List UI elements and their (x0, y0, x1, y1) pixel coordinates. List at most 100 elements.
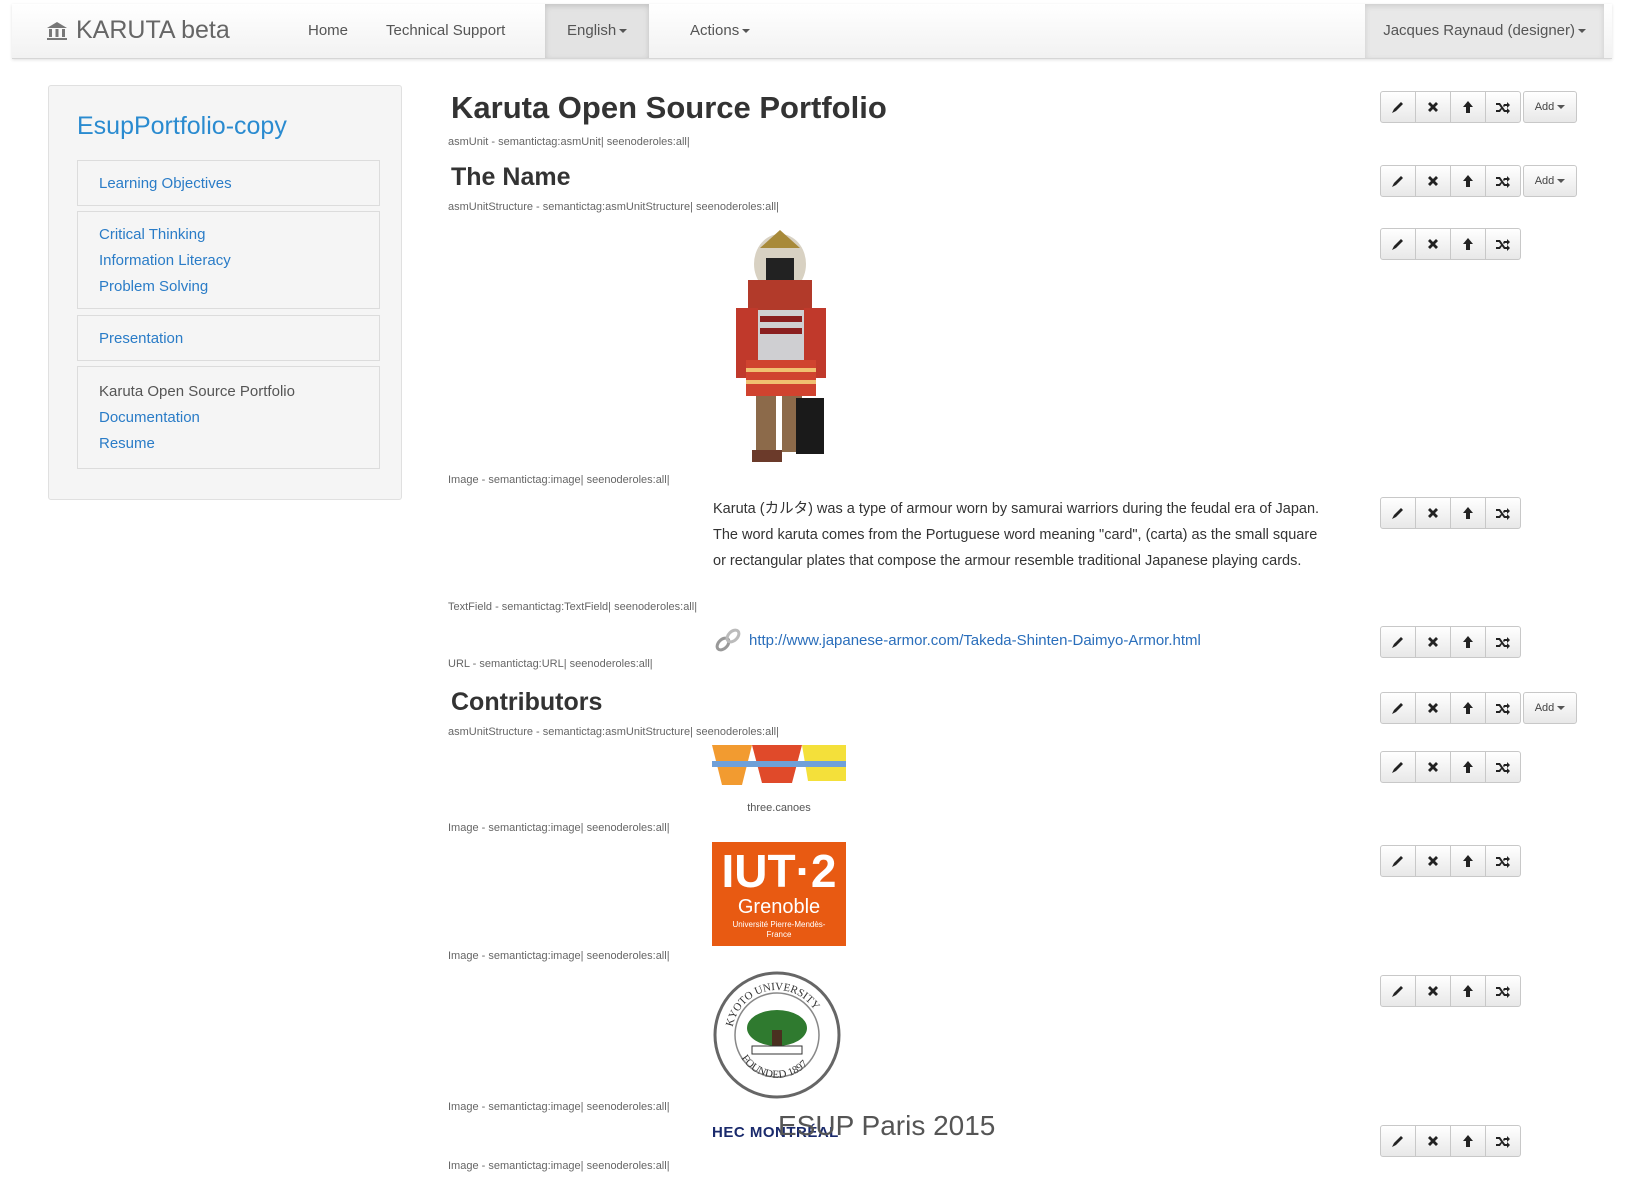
caret-down-icon (1557, 179, 1566, 183)
portfolio-url-link[interactable]: http://www.japanese-armor.com/Takeda-Shi… (749, 632, 1201, 649)
move-button[interactable] (1485, 165, 1521, 197)
brand[interactable]: KARUTA beta (46, 16, 230, 45)
move-button[interactable] (1485, 497, 1521, 529)
shuffle-icon (1495, 505, 1511, 521)
edit-button[interactable] (1380, 975, 1416, 1007)
edit-button[interactable] (1380, 91, 1416, 123)
move-up-button[interactable] (1450, 975, 1486, 1007)
add-dropdown-button[interactable]: Add (1523, 165, 1577, 197)
sidebar-item-resume[interactable]: Resume (78, 431, 379, 457)
caret-down-icon (1557, 706, 1566, 710)
add-dropdown-button[interactable]: Add (1523, 692, 1577, 724)
move-up-button[interactable] (1450, 751, 1486, 783)
sidebar-item-karuta-open-source-portfolio[interactable]: Karuta Open Source Portfolio (78, 379, 379, 405)
image-meta: Image - semantictag:image| seenoderoles:… (448, 822, 670, 834)
edit-button[interactable] (1380, 751, 1416, 783)
move-button[interactable] (1485, 91, 1521, 123)
move-button[interactable] (1485, 692, 1521, 724)
node-toolbar (1380, 228, 1521, 260)
edit-button[interactable] (1380, 1125, 1416, 1157)
add-dropdown-button[interactable]: Add (1523, 91, 1577, 123)
user-menu[interactable]: Jacques Raynaud (designer) (1365, 4, 1604, 58)
sidebar-item-information-literacy[interactable]: Information Literacy (78, 248, 379, 274)
move-button[interactable] (1485, 845, 1521, 877)
section-meta: asmUnitStructure - semantictag:asmUnitSt… (448, 726, 779, 738)
sidebar: EsupPortfolio-copy Learning Objectives C… (48, 85, 402, 500)
move-button[interactable] (1485, 626, 1521, 658)
edit-button[interactable] (1380, 692, 1416, 724)
sidebar-item-problem-solving[interactable]: Problem Solving (78, 274, 379, 300)
shuffle-icon (1495, 700, 1511, 716)
close-icon (1425, 700, 1441, 716)
kyoto-university-seal: KYOTO UNIVERSITY FOUNDED 1897 (712, 970, 842, 1100)
nav-technical-support[interactable]: Technical Support (374, 4, 517, 58)
arrow-up-icon (1460, 505, 1476, 521)
shuffle-icon (1495, 634, 1511, 650)
delete-button[interactable] (1415, 692, 1451, 724)
sidebar-item-critical-thinking[interactable]: Critical Thinking (78, 222, 379, 248)
edit-button[interactable] (1380, 165, 1416, 197)
move-up-button[interactable] (1450, 626, 1486, 658)
pencil-icon (1390, 173, 1406, 189)
textfield-meta: TextField - semantictag:TextField| seeno… (448, 601, 698, 613)
close-icon (1425, 634, 1441, 650)
close-icon (1425, 759, 1441, 775)
section-title-contributors: Contributors (451, 688, 603, 716)
move-up-button[interactable] (1450, 165, 1486, 197)
delete-button[interactable] (1415, 165, 1451, 197)
edit-button[interactable] (1380, 845, 1416, 877)
shuffle-icon (1495, 236, 1511, 252)
arrow-up-icon (1460, 983, 1476, 999)
three-canoes-caption: three.canoes (747, 802, 811, 814)
move-up-button[interactable] (1450, 228, 1486, 260)
move-up-button[interactable] (1450, 692, 1486, 724)
url-field: http://www.japanese-armor.com/Takeda-Shi… (713, 626, 1201, 654)
move-button[interactable] (1485, 751, 1521, 783)
pencil-icon (1390, 99, 1406, 115)
shuffle-icon (1495, 1133, 1511, 1149)
nav-language-dropdown[interactable]: English (545, 4, 650, 58)
move-button[interactable] (1485, 1125, 1521, 1157)
image-meta: Image - semantictag:image| seenoderoles:… (448, 474, 670, 486)
delete-button[interactable] (1415, 497, 1451, 529)
move-up-button[interactable] (1450, 845, 1486, 877)
close-icon (1425, 1133, 1441, 1149)
edit-button[interactable] (1380, 228, 1416, 260)
edit-button[interactable] (1380, 626, 1416, 658)
caret-down-icon (1557, 105, 1566, 109)
edit-button[interactable] (1380, 497, 1416, 529)
shuffle-icon (1495, 853, 1511, 869)
iut2-grenoble-logo: IUT·2 Grenoble Université Pierre-Mendès-… (712, 842, 846, 946)
add-label: Add (1534, 702, 1555, 714)
close-icon (1425, 99, 1441, 115)
node-toolbar (1380, 751, 1521, 783)
move-up-button[interactable] (1450, 1125, 1486, 1157)
pencil-icon (1390, 634, 1406, 650)
move-button[interactable] (1485, 975, 1521, 1007)
move-up-button[interactable] (1450, 91, 1486, 123)
delete-button[interactable] (1415, 1125, 1451, 1157)
sidebar-item-learning-objectives[interactable]: Learning Objectives (78, 171, 379, 197)
move-up-button[interactable] (1450, 497, 1486, 529)
three-canoes-logo: three.canoes (712, 745, 846, 814)
sidebar-item-documentation[interactable]: Documentation (78, 405, 379, 431)
delete-button[interactable] (1415, 228, 1451, 260)
delete-button[interactable] (1415, 626, 1451, 658)
sidebar-group: Presentation (77, 315, 380, 361)
section-title-the-name: The Name (451, 163, 571, 191)
portfolio-title[interactable]: EsupPortfolio-copy (77, 112, 287, 141)
arrow-up-icon (1460, 700, 1476, 716)
node-toolbar (1380, 626, 1521, 658)
image-meta: Image - semantictag:image| seenoderoles:… (448, 950, 670, 962)
delete-button[interactable] (1415, 751, 1451, 783)
nav-home[interactable]: Home (296, 4, 360, 58)
pencil-icon (1390, 236, 1406, 252)
delete-button[interactable] (1415, 975, 1451, 1007)
delete-button[interactable] (1415, 845, 1451, 877)
sidebar-item-presentation[interactable]: Presentation (78, 326, 379, 352)
delete-button[interactable] (1415, 91, 1451, 123)
arrow-up-icon (1460, 1133, 1476, 1149)
sidebar-group: Critical Thinking Information Literacy P… (77, 211, 380, 309)
move-button[interactable] (1485, 228, 1521, 260)
nav-actions-dropdown[interactable]: Actions (678, 4, 762, 58)
